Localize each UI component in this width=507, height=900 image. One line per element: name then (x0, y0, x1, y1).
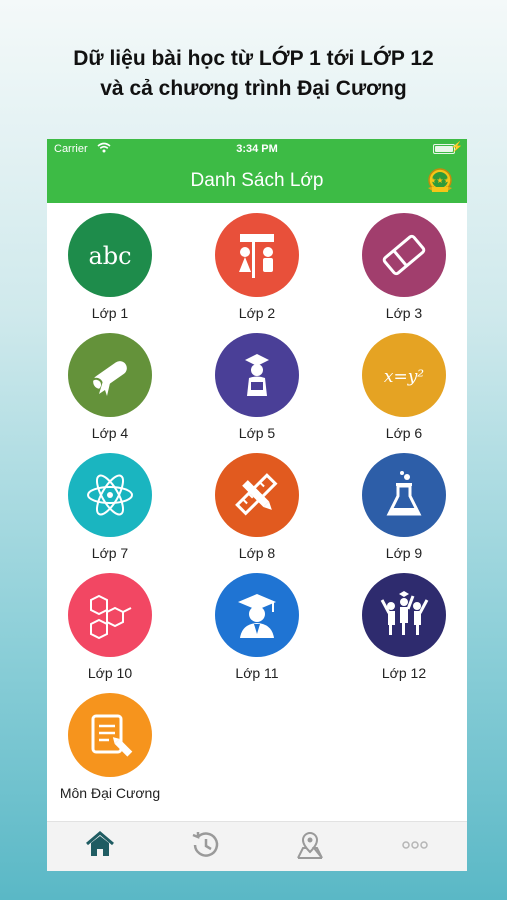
class-item[interactable]: Lớp 9 (344, 443, 464, 561)
student-graduate-icon (215, 333, 299, 417)
class-item[interactable]: Lớp 3 (344, 203, 464, 321)
class-item[interactable]: Lớp 7 (50, 443, 170, 561)
history-icon (189, 829, 221, 866)
svg-text:★★★: ★★★ (429, 176, 451, 185)
atom-icon (68, 453, 152, 537)
lab-flask-icon (362, 453, 446, 537)
page-title: Danh Sách Lớp (190, 170, 324, 191)
headline-line-2: và cả chương trình Đại Cương (100, 77, 407, 100)
class-label: Môn Đại Cương (59, 785, 161, 801)
tab-home[interactable] (80, 830, 120, 864)
status-bar: Carrier 3:34 PM ⚡ (47, 139, 467, 159)
class-item[interactable]: Môn Đại Cương (50, 683, 170, 801)
document-edit-icon (68, 693, 152, 777)
class-item[interactable]: Lớp 5 (197, 323, 317, 441)
class-item[interactable]: Lớp 10 (50, 563, 170, 681)
class-label: Lớp 10 (87, 665, 133, 681)
map-pin-icon (294, 829, 326, 866)
class-grid: abc Lớp 1 Lớp 2 Lớp 3 Lớp 4 Lớp 5 x=y² Lớp 6 Lớp… (47, 203, 467, 823)
svg-text:x=y²: x=y² (384, 367, 424, 387)
class-label: Lớp 4 (91, 425, 129, 441)
molecule-icon (68, 573, 152, 657)
nav-bar: Danh Sách Lớp ★★★ (47, 159, 467, 203)
class-item[interactable]: Lớp 4 (50, 323, 170, 441)
class-label: Lớp 11 (235, 665, 279, 681)
class-label: Lớp 5 (238, 425, 276, 441)
class-item[interactable]: Lớp 8 (197, 443, 317, 561)
eraser-icon (362, 213, 446, 297)
tab-more[interactable] (395, 830, 435, 864)
tab-history[interactable] (185, 830, 225, 864)
school-children-icon (215, 213, 299, 297)
svg-text:abc: abc (88, 242, 131, 270)
charging-icon: ⚡ (450, 142, 463, 153)
class-item[interactable]: abc Lớp 1 (50, 203, 170, 321)
math-formula-icon: x=y² (362, 333, 446, 417)
class-label: Lớp 3 (385, 305, 423, 321)
tab-map[interactable] (290, 830, 330, 864)
headline-line-1: Dữ liệu bài học từ LỚP 1 tới LỚP 12 (73, 47, 434, 70)
home-icon (84, 829, 116, 866)
status-time: 3:34 PM (236, 143, 278, 155)
class-label: Lớp 1 (91, 305, 129, 321)
tab-bar (47, 821, 467, 871)
diploma-scroll-icon (68, 333, 152, 417)
abc-icon: abc (68, 213, 152, 297)
stars-medal-icon[interactable]: ★★★ (425, 166, 455, 196)
class-item[interactable]: Lớp 12 (344, 563, 464, 681)
phone-screen: Carrier 3:34 PM ⚡ Danh Sách Lớp ★★★ abc L… (47, 139, 467, 871)
class-label: Lớp 8 (238, 545, 276, 561)
class-label: Lớp 2 (238, 305, 276, 321)
promo-headline: Dữ liệu bài học từ LỚP 1 tới LỚP 12 và c… (0, 44, 507, 104)
class-label: Lớp 7 (91, 545, 129, 561)
pencil-ruler-icon (215, 453, 299, 537)
class-label: Lớp 12 (381, 665, 427, 681)
class-item[interactable]: x=y² Lớp 6 (344, 323, 464, 441)
more-dots-icon (399, 829, 431, 866)
class-label: Lớp 6 (385, 425, 423, 441)
class-item[interactable]: Lớp 11 (197, 563, 317, 681)
graduate-icon (215, 573, 299, 657)
class-item[interactable]: Lớp 2 (197, 203, 317, 321)
class-label: Lớp 9 (385, 545, 423, 561)
celebrating-students-icon (362, 573, 446, 657)
